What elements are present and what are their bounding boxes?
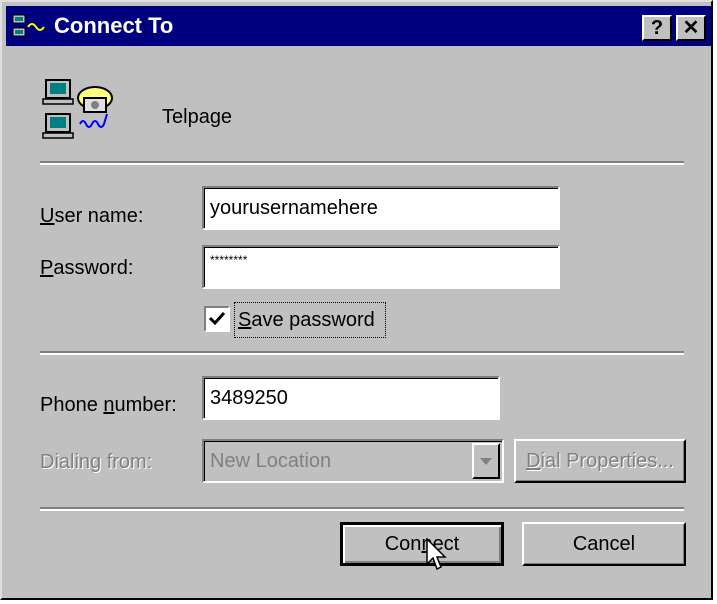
save-password-checkbox[interactable] (204, 306, 230, 332)
help-button[interactable]: ? (642, 15, 672, 41)
checkmark-icon (208, 311, 226, 326)
connection-icon (42, 79, 113, 139)
separator (40, 507, 684, 511)
cancel-button[interactable]: Cancel (522, 522, 686, 566)
dial-up-networking-icon (12, 14, 45, 37)
window-title: Connect To (54, 13, 174, 38)
username-value: yourusernamehere (210, 197, 378, 219)
password-value: ******** (210, 253, 248, 267)
dialing-from-label: Dialing from: (40, 451, 153, 473)
connect-button[interactable]: Connect (340, 522, 504, 566)
phone-number-label: Phone number: (40, 394, 177, 416)
password-input[interactable]: ******** (202, 245, 560, 289)
password-label: Password: (40, 257, 134, 279)
title-bar[interactable]: Connect To ? ✕ (6, 6, 711, 46)
separator (40, 161, 684, 165)
connect-to-dialog: Connect To ? ✕ Telpage User name: yourus… (0, 0, 713, 600)
username-input[interactable]: yourusernamehere (202, 186, 560, 230)
connection-name: Telpage (162, 106, 233, 128)
dialing-from-value: New Location (210, 450, 332, 472)
close-button[interactable]: ✕ (676, 15, 706, 41)
separator (40, 351, 684, 355)
username-label: User name: (40, 205, 144, 227)
dial-properties-button[interactable]: Dial Properties... (514, 439, 686, 483)
save-password-label[interactable]: Save password (238, 307, 375, 333)
dialing-from-select[interactable]: New Location (202, 439, 504, 483)
phone-number-input[interactable]: 3489250 (202, 376, 500, 420)
chevron-down-icon (480, 458, 492, 465)
phone-number-value: 3489250 (210, 387, 288, 409)
dropdown-arrow-button[interactable] (472, 443, 500, 479)
mouse-cursor-icon (426, 538, 447, 571)
